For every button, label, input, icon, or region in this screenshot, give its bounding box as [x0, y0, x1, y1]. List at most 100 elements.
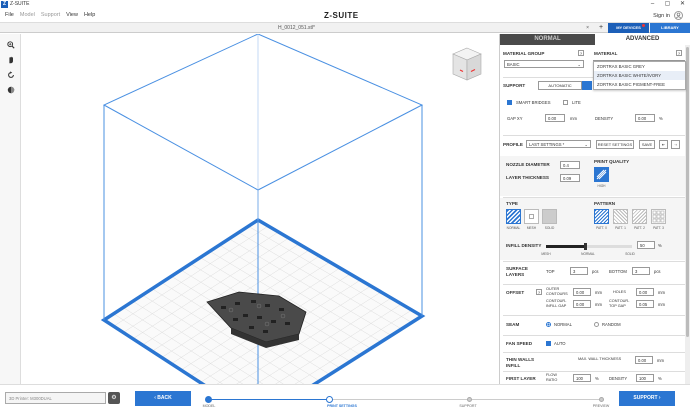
holes-input[interactable]: 0.00 — [636, 288, 654, 296]
reset-settings-button[interactable]: RESET SETTINGS — [596, 140, 634, 149]
profile-label: PROFILE — [503, 142, 523, 147]
panel-scrollbar[interactable] — [685, 45, 690, 384]
next-support-button[interactable]: SUPPORT › — [619, 391, 675, 406]
quality-high-icon[interactable] — [594, 167, 609, 182]
contour-top-gap-input[interactable]: 0.05 — [636, 300, 654, 308]
first-layer-density-label: DENSITY — [609, 376, 628, 381]
view-cube-icon[interactable] — [452, 47, 482, 81]
fan-auto-label: AUTO — [554, 341, 566, 346]
layer-thickness-label: LAYER THICKNESS — [506, 175, 549, 180]
bottom-unit: pcs — [654, 269, 661, 274]
outer-contours-input[interactable]: 0.00 — [573, 288, 591, 296]
fan-auto-checkbox[interactable] — [546, 341, 551, 346]
title-bar: Z Z-SUITE – ▢ ✕ — [0, 0, 690, 8]
pattern-1-icon[interactable] — [613, 209, 628, 224]
close-tab-icon[interactable]: × — [586, 23, 589, 33]
bottom-layers-input[interactable]: 3 — [632, 267, 650, 275]
printer-field[interactable]: 3D Printer: M300DUAL — [5, 392, 106, 404]
sign-in-link[interactable]: Sign in — [653, 13, 670, 19]
minimize-button[interactable]: – — [645, 0, 660, 8]
support-automatic-toggle[interactable]: AUTOMATIC — [538, 81, 582, 90]
type-mesh-icon[interactable] — [524, 209, 539, 224]
holes-unit: mm — [658, 290, 665, 295]
3d-viewport[interactable] — [21, 33, 498, 410]
left-toolbar — [0, 34, 21, 384]
pattern-3-icon[interactable] — [651, 209, 666, 224]
pattern-2-icon[interactable] — [632, 209, 647, 224]
support-manual-toggle[interactable] — [582, 81, 592, 90]
step-print-settings-dot[interactable] — [326, 396, 333, 403]
step-preview-label: PREVIEW — [592, 404, 610, 408]
view-icon[interactable] — [0, 82, 21, 97]
infill-mark-normal: NORMAL — [581, 252, 595, 256]
help-icon[interactable]: ? — [578, 50, 584, 56]
file-tab[interactable]: H_0012_051.stl* × — [0, 23, 593, 33]
material-option-grey[interactable]: ZORTRAX BASIC GREY — [594, 62, 685, 71]
gap-xy-label: GAP XY — [507, 116, 523, 121]
thin-walls-infill-label: INFILL — [506, 363, 521, 368]
printer-settings-icon[interactable]: ⚙ — [108, 392, 120, 404]
step-support-dot[interactable] — [467, 397, 472, 402]
top-layers-input[interactable]: 3 — [570, 267, 588, 275]
support-density-unit: % — [659, 116, 663, 121]
library-button[interactable]: LIBRARY — [650, 23, 690, 33]
max-wall-thickness-input[interactable]: 0.00 — [635, 356, 653, 364]
delete-profile-icon[interactable]: ⇥ — [671, 140, 680, 149]
material-option-pigment-free[interactable]: ZORTRAX BASIC PIGMENT-FREE — [594, 80, 685, 89]
infill-density-input[interactable]: 50 — [637, 241, 655, 249]
user-icon[interactable] — [674, 11, 683, 20]
cig-unit: mm — [595, 302, 602, 307]
material-group-select[interactable]: BASIC ⌄ — [504, 60, 584, 68]
support-density-input[interactable]: 0.00 — [635, 114, 655, 122]
lite-checkbox[interactable] — [563, 100, 568, 105]
step-preview-dot[interactable] — [599, 397, 604, 402]
first-layer-section: FIRST LAYER FLOW RATIO 100 % DENSITY 100… — [500, 372, 685, 384]
rotate-icon[interactable] — [0, 67, 21, 82]
scrollbar-thumb[interactable] — [686, 47, 689, 337]
type-normal-icon[interactable] — [506, 209, 521, 224]
smart-bridges-checkbox[interactable] — [507, 100, 512, 105]
nozzle-diameter-select[interactable]: 0.4 — [560, 161, 580, 169]
first-layer-density-unit: % — [658, 376, 662, 381]
menu-file[interactable]: File — [5, 12, 14, 18]
back-button[interactable]: ‹ BACK — [135, 391, 191, 406]
offset-label: OFFSET — [506, 290, 525, 295]
layer-thickness-select[interactable]: 0.09 — [560, 174, 580, 182]
step-model-dot[interactable] — [205, 396, 212, 403]
infill-slider-handle[interactable] — [583, 243, 587, 250]
my-devices-button[interactable]: MY DEVICES — [608, 23, 649, 33]
surface-label: SURFACE — [506, 266, 528, 271]
menu-support[interactable]: Support — [41, 12, 60, 18]
close-window-button[interactable]: ✕ — [675, 0, 690, 8]
tab-normal[interactable]: NORMAL — [500, 34, 595, 45]
contour-infill-gap-input[interactable]: 0.00 — [573, 300, 591, 308]
export-profile-icon[interactable]: ⇤ — [659, 140, 668, 149]
top-unit: pcs — [592, 269, 599, 274]
offset-help-icon[interactable]: ? — [536, 289, 542, 295]
menu-view[interactable]: View — [66, 12, 78, 18]
maximize-button[interactable]: ▢ — [660, 0, 675, 8]
material-option-white[interactable]: ZORTRAX BASIC WHITE/IVORY — [594, 71, 685, 80]
infill-slider-track[interactable] — [546, 243, 632, 250]
type-solid-icon[interactable] — [542, 209, 557, 224]
material-help-icon[interactable]: ? — [676, 50, 682, 56]
seam-normal-radio[interactable] — [546, 322, 551, 327]
flow-ratio-input[interactable]: 100 — [573, 374, 591, 382]
add-tab-button[interactable]: + — [596, 24, 606, 32]
step-line-todo — [330, 399, 602, 400]
tab-advanced[interactable]: ADVANCED — [595, 34, 690, 45]
mode-tabs: NORMAL ADVANCED — [500, 34, 690, 45]
pan-icon[interactable] — [0, 52, 21, 67]
gap-xy-input[interactable]: 0.00 — [545, 114, 565, 122]
material-group-value: BASIC — [507, 62, 520, 67]
menu-model[interactable]: Model — [20, 12, 35, 18]
pattern-0-icon[interactable] — [594, 209, 609, 224]
file-tab-label: H_0012_051.stl* — [278, 25, 315, 31]
save-profile-button[interactable]: SAVE — [639, 140, 655, 149]
profile-select[interactable]: LAST SETTINGS * ⌄ — [526, 140, 591, 148]
first-layer-density-input[interactable]: 100 — [636, 374, 654, 382]
zoom-icon[interactable] — [0, 37, 21, 52]
next-arrow-icon: › — [657, 395, 661, 401]
menu-help[interactable]: Help — [84, 12, 95, 18]
seam-random-radio[interactable] — [594, 322, 599, 327]
